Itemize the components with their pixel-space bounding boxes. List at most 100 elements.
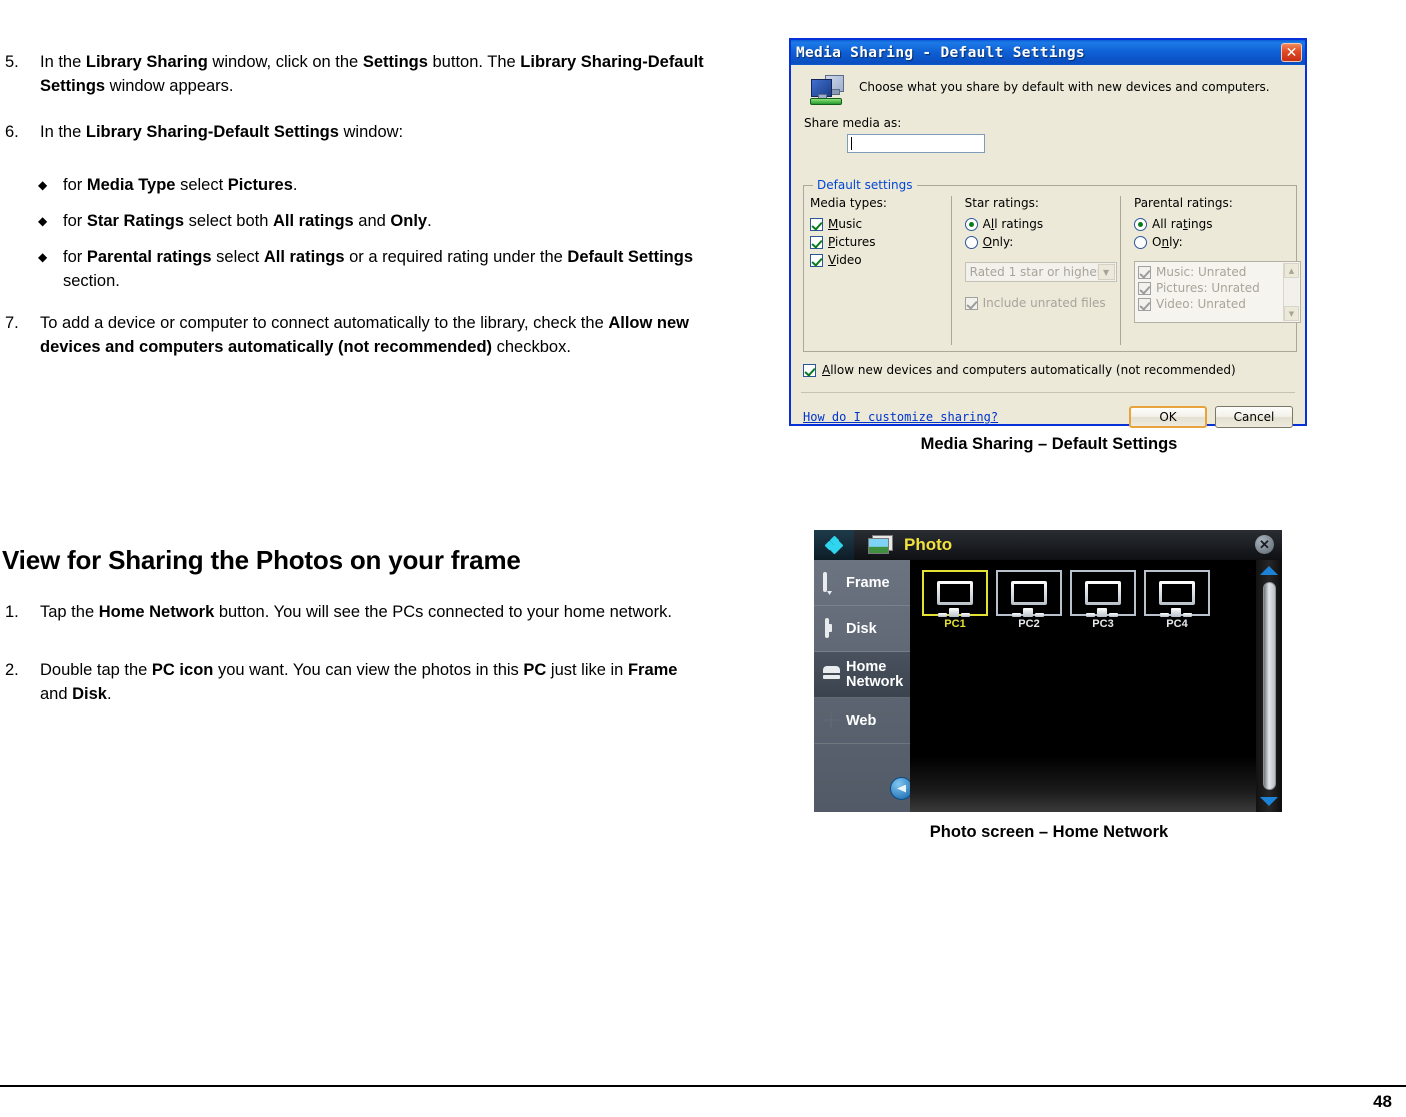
step-text: In the Library Sharing-Default Settings … bbox=[40, 123, 404, 141]
star-rating-combobox-value: Rated 1 star or higher bbox=[969, 265, 1102, 279]
star-all-ratings-row[interactable]: All ratings bbox=[964, 217, 1120, 231]
sidebar-item-label: Home Network bbox=[846, 658, 904, 690]
checkbox-music[interactable] bbox=[810, 217, 823, 231]
allow-new-devices-row[interactable]: Allow new devices and computers automati… bbox=[803, 363, 1236, 377]
photo-icon bbox=[868, 535, 894, 555]
media-type-pictures-row[interactable]: Pictures bbox=[810, 235, 951, 249]
pc-item-2[interactable]: PC2 bbox=[996, 570, 1062, 630]
sidebar-item-frame[interactable]: Frame bbox=[814, 560, 910, 606]
numbered-step-7: 7. To add a device or computer to connec… bbox=[0, 311, 705, 359]
listbox-scrollbar[interactable]: ▲ ▼ bbox=[1283, 263, 1299, 321]
frame-ui-main: Frame Disk Home Network Web PC1 PC2 PC3 … bbox=[814, 560, 1282, 812]
photo-home-network-screen: Photo ✕ Frame Disk Home Network Web PC1 … bbox=[814, 530, 1282, 812]
star-only-row[interactable]: Only: bbox=[964, 235, 1120, 249]
radio-star-all-ratings[interactable] bbox=[964, 217, 978, 231]
list-item[interactable]: Pictures: Unrated bbox=[1138, 281, 1298, 295]
scroll-down-icon[interactable] bbox=[1260, 797, 1278, 806]
step-number: 7. bbox=[5, 314, 19, 332]
sidebar-item-home-network[interactable]: Home Network bbox=[814, 652, 910, 698]
pc-item-label: PC3 bbox=[1092, 618, 1114, 630]
step-number: 6. bbox=[5, 123, 19, 141]
scroll-down-icon[interactable]: ▼ bbox=[1284, 306, 1299, 321]
close-icon[interactable]: ✕ bbox=[1255, 535, 1274, 554]
step-number: 5. bbox=[5, 53, 19, 71]
scroll-up-icon[interactable] bbox=[1260, 566, 1278, 575]
media-type-music-row[interactable]: Music bbox=[810, 217, 951, 231]
sidebar-item-disk[interactable]: Disk bbox=[814, 606, 910, 652]
parental-all-ratings-label: All ratings bbox=[1152, 217, 1213, 231]
parental-only-label: Only: bbox=[1152, 235, 1183, 249]
bullet-glyph: ◆ bbox=[38, 250, 48, 264]
checkbox-allow-new-devices[interactable] bbox=[803, 363, 816, 377]
include-unrated-label: Include unrated files bbox=[982, 296, 1106, 310]
default-settings-group: Default settings Media types: Music Pict… bbox=[803, 178, 1301, 352]
app-logo-icon bbox=[814, 530, 854, 560]
share-media-input[interactable] bbox=[847, 134, 985, 153]
dialog-body: Choose what you share by default with ne… bbox=[791, 65, 1305, 428]
content-scrollbar[interactable] bbox=[1256, 560, 1282, 812]
checkbox-video[interactable] bbox=[810, 253, 823, 267]
include-unrated-row[interactable]: Include unrated files bbox=[964, 296, 1120, 310]
parental-ratings-listbox[interactable]: Music: Unrated Pictures: Unrated Video: … bbox=[1134, 261, 1301, 323]
dialog-titlebar: Media Sharing - Default Settings ✕ bbox=[791, 40, 1305, 65]
frame-ui-title: Photo bbox=[904, 535, 953, 554]
list-item[interactable]: Music: Unrated bbox=[1138, 265, 1298, 279]
checkbox-video-unrated[interactable] bbox=[1138, 297, 1151, 311]
star-ratings-column: Star ratings: All ratings Only: Rated 1 … bbox=[950, 196, 1120, 345]
media-type-label: Pictures bbox=[828, 235, 876, 249]
sidebar-item-web[interactable]: Web bbox=[814, 698, 910, 744]
numbered-step-6: 6. In the Library Sharing-Default Settin… bbox=[0, 120, 705, 144]
star-all-ratings-label: All ratings bbox=[982, 217, 1044, 231]
scrollbar-thumb[interactable] bbox=[1262, 582, 1276, 790]
allow-new-devices-label: Allow new devices and computers automati… bbox=[822, 363, 1236, 377]
sidebar-item-label: Frame bbox=[846, 574, 890, 591]
bullet-parental-ratings: ◆ for Parental ratings select All rating… bbox=[28, 245, 708, 293]
bullet-text: for Star Ratings select both All ratings… bbox=[63, 212, 432, 230]
page-number: 48 bbox=[1373, 1092, 1392, 1111]
bullet-text: for Parental ratings select All ratings … bbox=[63, 248, 694, 290]
default-settings-group-title: Default settings bbox=[813, 178, 917, 192]
pc-item-4[interactable]: PC4 bbox=[1144, 570, 1210, 630]
dialog-intro-text: Choose what you share by default with ne… bbox=[859, 80, 1270, 94]
photo-screen-figure-caption: Photo screen – Home Network bbox=[929, 823, 1169, 841]
pc-item-label: PC4 bbox=[1166, 618, 1188, 630]
radio-parental-all-ratings[interactable] bbox=[1134, 217, 1147, 231]
media-type-video-row[interactable]: Video bbox=[810, 253, 951, 267]
pc-item-label: PC1 bbox=[944, 618, 966, 630]
list-item[interactable]: Video: Unrated bbox=[1138, 297, 1298, 311]
bullet-media-type: ◆ for Media Type select Pictures. bbox=[28, 173, 708, 197]
customize-sharing-link[interactable]: How do I customize sharing? bbox=[803, 410, 998, 424]
step-number: 2. bbox=[5, 661, 19, 679]
sidebar-item-label: Disk bbox=[846, 620, 877, 637]
chevron-down-icon[interactable]: ▼ bbox=[1097, 264, 1115, 280]
radio-parental-only[interactable] bbox=[1134, 235, 1147, 249]
scroll-up-icon[interactable]: ▲ bbox=[1284, 263, 1299, 278]
radio-star-only[interactable] bbox=[964, 235, 978, 249]
close-icon[interactable]: ✕ bbox=[1281, 43, 1302, 62]
pc-item-1[interactable]: PC1 bbox=[922, 570, 988, 630]
cancel-button[interactable]: Cancel bbox=[1215, 406, 1293, 428]
list-item-label: Music: Unrated bbox=[1156, 265, 1247, 279]
dialog-footer: How do I customize sharing? OK Cancel bbox=[803, 406, 1293, 428]
parental-ratings-column: Parental ratings: All ratings Only: Musi… bbox=[1120, 196, 1301, 345]
list-item-label: Pictures: Unrated bbox=[1156, 281, 1260, 295]
checkbox-music-unrated[interactable] bbox=[1138, 265, 1151, 279]
parental-only-row[interactable]: Only: bbox=[1134, 235, 1290, 249]
media-sharing-figure-caption: Media Sharing – Default Settings bbox=[920, 435, 1178, 453]
ok-button[interactable]: OK bbox=[1129, 406, 1207, 428]
pc-icon bbox=[1144, 570, 1210, 617]
back-arrow-icon bbox=[897, 784, 906, 793]
dialog-header-row: Choose what you share by default with ne… bbox=[801, 73, 1295, 107]
parental-all-ratings-row[interactable]: All ratings bbox=[1134, 217, 1290, 231]
globe-icon bbox=[823, 712, 840, 729]
bullet-glyph: ◆ bbox=[38, 214, 48, 228]
step-text: In the Library Sharing window, click on … bbox=[40, 53, 704, 95]
text-column: 5. In the Library Sharing window, click … bbox=[0, 0, 740, 1050]
checkbox-pictures[interactable] bbox=[810, 235, 823, 249]
checkbox-include-unrated[interactable] bbox=[964, 296, 978, 310]
list-item-label: Video: Unrated bbox=[1156, 297, 1246, 311]
checkbox-pictures-unrated[interactable] bbox=[1138, 281, 1151, 295]
media-type-label: Video bbox=[828, 253, 862, 267]
pc-item-3[interactable]: PC3 bbox=[1070, 570, 1136, 630]
star-rating-combobox[interactable]: Rated 1 star or higher ▼ bbox=[964, 262, 1117, 282]
